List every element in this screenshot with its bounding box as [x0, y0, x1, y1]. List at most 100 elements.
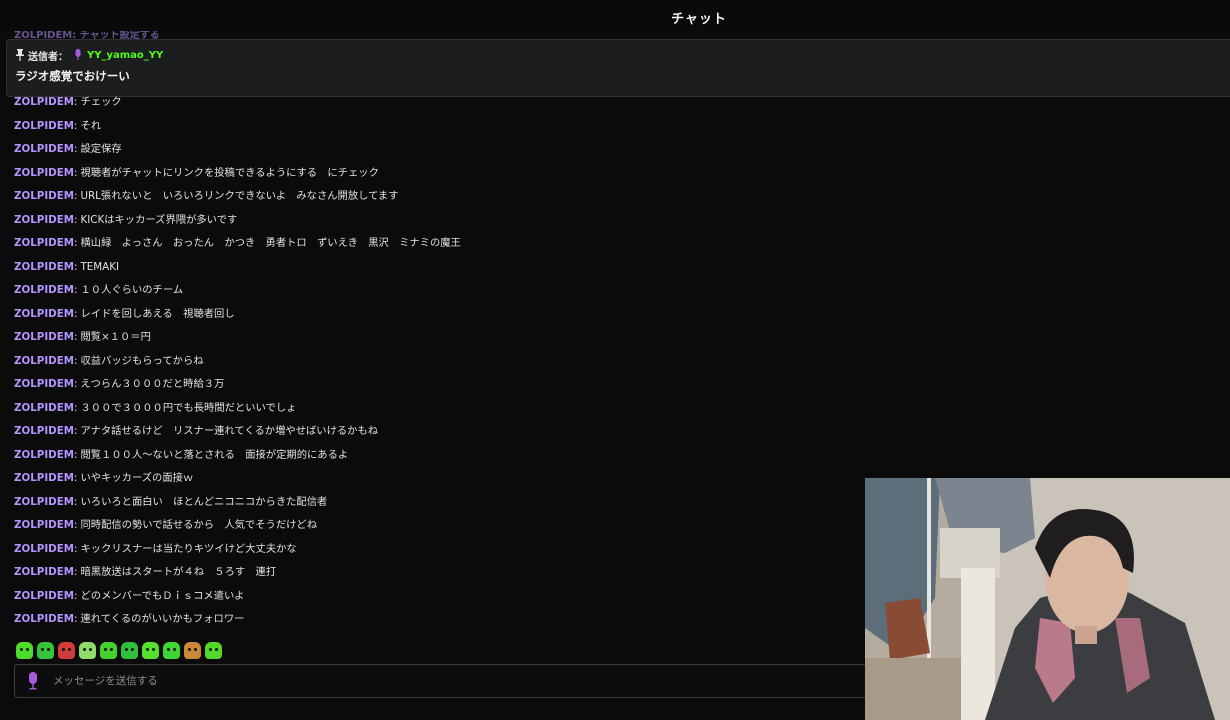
emote-icon[interactable] — [16, 641, 33, 659]
chat-message: ZOLPIDEM: 閲覧×１０＝円 — [14, 327, 461, 351]
chat-message-text: いやキッカーズの面接ｗ — [80, 472, 194, 484]
chat-message-text: 暗黒放送はスタートが４ね ５ろす 連打 — [80, 566, 277, 578]
chat-message: ZOLPIDEM: 視聴者がチャットにリンクを投稿できるようにする にチェック — [14, 163, 461, 187]
chat-username[interactable]: ZOLPIDEM — [14, 472, 74, 484]
chat-input-box[interactable] — [14, 664, 884, 698]
chat-message-text: いろいろと面白い ほとんどニコニコからきた配信者 — [80, 495, 328, 508]
chat-message: ZOLPIDEM: チェック — [14, 92, 461, 116]
chat-username[interactable]: ZOLPIDEM — [14, 167, 74, 179]
chat-message: ZOLPIDEM: どのメンバーでもＤｉｓコメ遣いよ — [14, 586, 461, 610]
emote-icon[interactable] — [100, 641, 117, 659]
chat-username[interactable]: ZOLPIDEM — [14, 378, 74, 390]
chat-username[interactable]: ZOLPIDEM — [14, 496, 74, 508]
chat-message: ZOLPIDEM: それ — [14, 116, 461, 140]
chat-message: ZOLPIDEM: ３００で３０００円でも長時間だといいでしょ — [14, 398, 461, 422]
emote-icon[interactable] — [58, 641, 75, 659]
chat-separator: : — [74, 331, 78, 343]
chat-separator: : — [74, 354, 78, 367]
microphone-icon[interactable] — [26, 672, 40, 690]
chat-message-text: 閲覧１００人〜ないと落とされる 面接が定期的にあるよ — [80, 448, 349, 461]
emote-icon[interactable] — [37, 641, 54, 659]
chat-message: ZOLPIDEM: URL張れないと いろいろリンクできないよ みなさん開放してま… — [14, 186, 461, 210]
emote-icon[interactable] — [142, 641, 159, 659]
chat-message: ZOLPIDEM: 設定保存 — [14, 139, 461, 163]
chat-separator: : — [74, 237, 78, 249]
chat-message-text: 同時配信の勢いで話せるから 人気でそうだけどね — [80, 519, 318, 531]
chat-username[interactable]: ZOLPIDEM — [14, 449, 74, 461]
chat-message: ZOLPIDEM: 連れてくるのがいいかもフォロワー — [14, 609, 461, 633]
chat-message: ZOLPIDEM: 閲覧１００人〜ないと落とされる 面接が定期的にあるよ — [14, 445, 461, 469]
chat-message-text: それ — [80, 119, 102, 132]
chat-username[interactable]: ZOLPIDEM — [14, 425, 74, 437]
chat-message-text: ３００で３０００円でも長時間だといいでしょ — [80, 401, 297, 414]
chat-message: ZOLPIDEM: レイドを回しあえる 視聴者回し — [14, 304, 461, 328]
chat-username[interactable]: ZOLPIDEM — [14, 519, 74, 531]
chat-username[interactable]: ZOLPIDEM — [14, 261, 74, 273]
pin-icon — [16, 49, 24, 61]
chat-message-text: URL張れないと いろいろリンクできないよ みなさん開放してます — [80, 190, 399, 202]
pinned-message[interactable]: 送信者： YY_yamao_YY ラジオ感覚でおけーい — [6, 39, 1230, 97]
emote-icon[interactable] — [121, 641, 138, 659]
chat-separator: : — [74, 143, 78, 155]
chat-message: ZOLPIDEM: TEMAKI — [14, 257, 461, 281]
chat-separator: : — [74, 307, 78, 320]
chat-username[interactable]: ZOLPIDEM — [14, 590, 74, 602]
chat-username[interactable]: ZOLPIDEM — [14, 237, 74, 249]
chat-message-text: キックリスナーは当たりキツイけど大丈夫かな — [80, 542, 297, 555]
chat-message: ZOLPIDEM: 同時配信の勢いで話せるから 人気でそうだけどね — [14, 515, 461, 539]
webcam-overlay — [865, 478, 1230, 720]
chat-separator: : — [74, 284, 78, 296]
emote-icon[interactable] — [184, 641, 201, 659]
chat-message-text: 閲覧×１０＝円 — [80, 331, 151, 343]
emote-icon[interactable] — [205, 641, 222, 659]
chat-username[interactable]: ZOLPIDEM — [14, 613, 74, 625]
chat-message-text: TEMAKI — [80, 260, 119, 273]
chat-message: ZOLPIDEM: アナタ話せるけど リスナー連れてくるか増やせばいけるかもね — [14, 421, 461, 445]
chat-message-text: 収益バッジもらってからね — [80, 354, 204, 367]
chat-message-text: アナタ話せるけど リスナー連れてくるか増やせばいけるかもね — [80, 425, 379, 437]
chat-username[interactable]: ZOLPIDEM — [14, 284, 74, 296]
pinned-header: 送信者： YY_yamao_YY — [15, 47, 163, 63]
emote-icon[interactable] — [79, 641, 96, 659]
chat-message: ZOLPIDEM: KICKはキッカーズ界隈が多いです — [14, 210, 461, 234]
chat-separator: : — [74, 401, 78, 414]
chat-separator: : — [74, 472, 78, 484]
chat-message-text: 連れてくるのがいいかもフォロワー — [80, 613, 245, 625]
chat-message-list: ZOLPIDEM: チェック ZOLPIDEM: それ ZOLPIDEM: 設定保存 ZOL… — [14, 92, 461, 633]
chat-username[interactable]: ZOLPIDEM — [14, 143, 74, 155]
chat-window: チャット ZOLPIDEM: チャット設定する 送信者： YY_yamao_YY… — [0, 0, 1230, 720]
chat-separator: : — [74, 613, 78, 625]
chat-message: ZOLPIDEM: 収益バッジもらってからね — [14, 351, 461, 375]
chat-separator: : — [74, 519, 78, 531]
microphone-icon — [75, 49, 81, 60]
chat-header: チャット — [0, 0, 1230, 34]
chat-username[interactable]: ZOLPIDEM — [14, 331, 74, 343]
chat-separator: : — [74, 378, 78, 390]
emote-icon[interactable] — [163, 641, 180, 659]
chat-username[interactable]: ZOLPIDEM — [14, 355, 74, 367]
emote-bar — [16, 640, 222, 660]
chat-message: ZOLPIDEM: いろいろと面白い ほとんどニコニコからきた配信者 — [14, 492, 461, 516]
chat-separator: : — [74, 213, 78, 226]
webcam-image — [865, 478, 1230, 720]
chat-input[interactable] — [51, 674, 883, 688]
chat-username[interactable]: ZOLPIDEM — [14, 543, 74, 555]
chat-message-text: 横山緑 よっさん おったん かつき 勇者トロ ずいえき 黒沢 ミナミの魔王 — [80, 237, 461, 249]
chat-username[interactable]: ZOLPIDEM — [14, 566, 74, 578]
chat-separator: : — [74, 190, 78, 202]
chat-separator: : — [74, 495, 78, 508]
chat-username[interactable]: ZOLPIDEM — [14, 96, 74, 108]
chat-separator: : — [74, 589, 78, 602]
chat-username[interactable]: ZOLPIDEM — [14, 402, 74, 414]
chat-separator: : — [74, 425, 78, 437]
chat-message-text: えつらん３０００だと時給３万 — [80, 378, 225, 390]
chat-username[interactable]: ZOLPIDEM — [14, 214, 74, 226]
chat-separator: : — [74, 166, 78, 179]
chat-separator: : — [74, 448, 78, 461]
chat-username[interactable]: ZOLPIDEM — [14, 190, 74, 202]
chat-message-text: レイドを回しあえる 視聴者回し — [80, 307, 235, 320]
pinned-sender-name[interactable]: YY_yamao_YY — [87, 50, 163, 61]
pinned-sender-label: 送信者： — [28, 51, 68, 63]
chat-username[interactable]: ZOLPIDEM — [14, 308, 74, 320]
chat-username[interactable]: ZOLPIDEM — [14, 120, 74, 132]
